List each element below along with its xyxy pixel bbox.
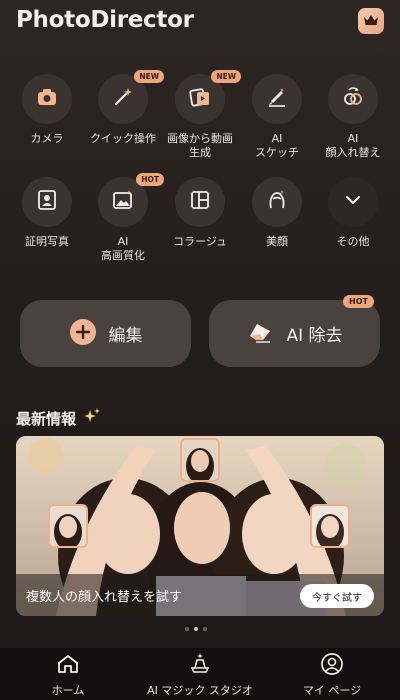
carousel-indicator — [185, 627, 207, 631]
enhance-image-icon — [111, 188, 135, 216]
nav-my-page[interactable]: マイ ページ — [300, 652, 364, 698]
ai-remove-label: AI 除去 — [286, 326, 343, 346]
tool-label: AI 顔入れ替え — [325, 132, 381, 159]
tool-face-beauty[interactable]: 美顔 — [237, 177, 317, 249]
tool-camera[interactable]: カメラ — [7, 74, 87, 146]
collage-icon — [188, 188, 212, 216]
tool-ai-face-swap[interactable]: AI 顔入れ替え — [313, 74, 393, 160]
tool-quick-action[interactable]: NEW クイック操作 — [83, 70, 164, 146]
home-icon — [56, 655, 80, 680]
tool-label: 証明写真 — [25, 235, 69, 248]
news-banner[interactable]: 複数人の顔入れ替えを試す 今すぐ試す — [16, 436, 384, 616]
nav-my-page-label: マイ ページ — [302, 684, 362, 697]
crown-icon — [363, 12, 379, 31]
chevron-down-icon — [341, 188, 365, 216]
edit-label: 編集 — [108, 326, 143, 346]
carousel-dot-active[interactable] — [194, 627, 198, 631]
eraser-icon — [246, 321, 274, 347]
magic-wand-icon — [111, 85, 135, 113]
news-title-text: 最新情報 — [16, 409, 77, 428]
face-beauty-icon — [265, 188, 289, 216]
carousel-dot[interactable] — [203, 627, 207, 631]
nav-ai-magic-studio[interactable]: AI マジック スタジオ — [140, 652, 260, 698]
nav-home-label: ホーム — [51, 684, 85, 697]
tool-ai-enhance[interactable]: HOT AI 高画質化 — [83, 173, 164, 263]
header: PhotoDirector — [0, 0, 400, 44]
app-title: PhotoDirector — [16, 7, 194, 33]
tool-label: AI 高画質化 — [101, 235, 145, 262]
premium-button[interactable] — [358, 8, 384, 34]
ai-remove-button[interactable]: AI 除去 HOT — [209, 295, 380, 367]
nav-home[interactable]: ホーム — [38, 652, 98, 698]
tool-label: カメラ — [30, 132, 64, 145]
plus-icon — [69, 318, 97, 350]
try-now-button[interactable]: 今すぐ試す — [300, 584, 374, 608]
edit-button[interactable]: 編集 — [20, 300, 191, 367]
hot-badge: HOT — [343, 295, 374, 308]
sparkle-icon — [82, 407, 102, 429]
magic-hat-icon — [188, 653, 212, 680]
tool-collage[interactable]: コラージュ — [160, 177, 240, 249]
camera-icon — [35, 85, 59, 113]
tool-label: 美顔 — [266, 235, 288, 248]
banner-text: 複数人の顔入れ替えを試す — [26, 590, 183, 605]
news-section-title: 最新情報 — [16, 407, 102, 429]
tool-ai-sketch[interactable]: AI スケッチ — [237, 74, 317, 160]
bottom-nav: ホーム AI マジック スタジオ マイ ページ — [0, 648, 400, 700]
nav-ai-magic-studio-label: AI マジック スタジオ — [147, 684, 253, 697]
sketch-brush-icon — [265, 85, 289, 113]
tool-photo-to-video[interactable]: NEW 画像から動画 生成 — [160, 70, 241, 160]
tool-label: クイック操作 — [90, 132, 156, 145]
face-thumbnail — [48, 504, 88, 548]
face-thumbnail — [310, 504, 350, 548]
face-thumbnail — [180, 438, 220, 482]
photo-to-video-icon — [188, 85, 212, 113]
tool-label: コラージュ — [172, 235, 227, 248]
tool-label: その他 — [336, 235, 370, 248]
carousel-dot[interactable] — [185, 627, 189, 631]
tool-more[interactable]: その他 — [313, 177, 393, 249]
user-icon — [320, 653, 344, 680]
tool-label: AI スケッチ — [255, 132, 299, 159]
face-swap-icon — [341, 85, 365, 113]
tool-id-photo[interactable]: 証明写真 — [7, 177, 87, 249]
id-photo-icon — [35, 188, 59, 216]
tool-label: 画像から動画 生成 — [167, 132, 233, 159]
